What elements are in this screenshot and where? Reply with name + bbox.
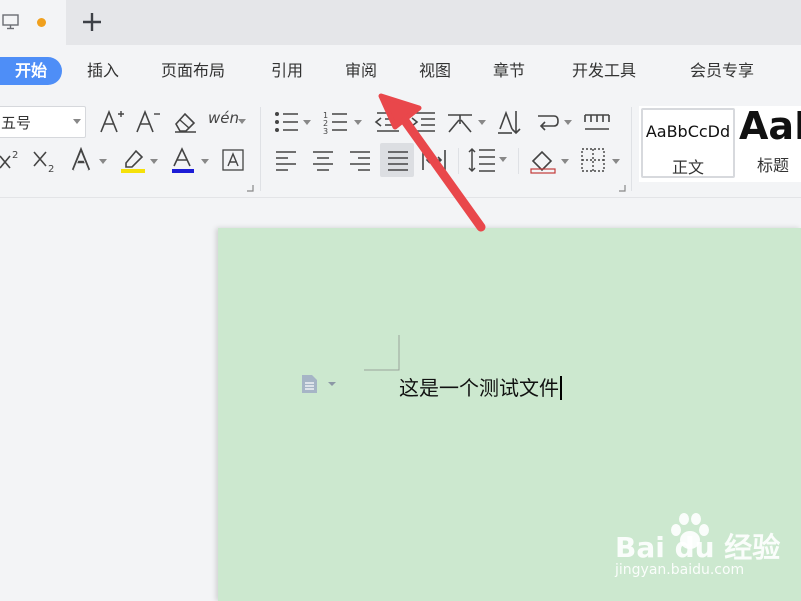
baidu-watermark: Bai du 经验 jingyan.baidu.com — [613, 512, 801, 587]
menu-section[interactable]: 章节 — [493, 57, 525, 85]
group-separator — [260, 107, 261, 191]
tab-strip — [0, 0, 801, 45]
unsaved-indicator — [37, 18, 46, 27]
numbered-list-icon[interactable]: 1 2 3 — [323, 110, 363, 134]
shrink-font-icon[interactable] — [135, 109, 161, 135]
font-size-value: 五号 — [1, 114, 32, 132]
watermark-logo-text: Bai du 经验 — [615, 531, 781, 564]
menu-insert[interactable]: 插入 — [87, 57, 119, 85]
margin-corner-mark — [364, 335, 400, 371]
highlight-icon[interactable] — [120, 147, 160, 175]
group-separator — [458, 148, 459, 174]
font-dialog-launcher-icon[interactable] — [247, 185, 254, 192]
style-heading[interactable]: AaB 标题 — [739, 106, 801, 182]
subscript-icon[interactable]: 2 — [32, 148, 60, 174]
menu-developer-tools[interactable]: 开发工具 — [572, 57, 636, 85]
text-cursor — [560, 376, 562, 400]
style-normal-preview: AaBbCcDd — [645, 122, 731, 141]
style-heading-label: 标题 — [757, 156, 790, 175]
shading-icon[interactable] — [529, 147, 571, 175]
ribbon-menu: 开始 插入 页面布局 引用 审阅 视图 章节 开发工具 会员专享 — [0, 45, 801, 101]
group-separator — [518, 148, 519, 174]
new-tab-button[interactable] — [80, 10, 104, 34]
align-center-icon[interactable] — [311, 149, 335, 171]
pinyin-label: wén — [208, 109, 240, 127]
phonetic-guide-button[interactable]: wén — [208, 109, 246, 135]
watermark-url: jingyan.baidu.com — [615, 562, 745, 578]
group-separator — [631, 107, 632, 191]
decrease-indent-icon[interactable] — [373, 110, 401, 134]
document-text-content: 这是一个测试文件 — [399, 376, 559, 400]
style-heading-preview: AaB — [739, 106, 801, 148]
svg-text:3: 3 — [323, 127, 328, 134]
chevron-down-icon — [238, 119, 246, 124]
menu-home[interactable]: 开始 — [0, 57, 62, 85]
menu-references[interactable]: 引用 — [271, 57, 303, 85]
table-grid-icon[interactable] — [583, 110, 611, 134]
paragraph-handle-icon[interactable] — [300, 374, 338, 394]
clear-format-icon[interactable] — [172, 110, 198, 134]
bullet-list-icon[interactable] — [274, 110, 312, 134]
chevron-down-icon — [73, 119, 81, 124]
distributed-align-icon[interactable] — [421, 148, 447, 172]
menu-page-layout[interactable]: 页面布局 — [161, 57, 225, 85]
menu-review[interactable]: 审阅 — [345, 57, 377, 85]
document-tab[interactable] — [0, 0, 66, 45]
svg-text:2: 2 — [12, 150, 18, 161]
increase-indent-icon[interactable] — [409, 110, 437, 134]
align-left-icon[interactable] — [274, 149, 298, 171]
monitor-icon — [2, 14, 19, 30]
style-normal[interactable]: AaBbCcDd 正文 — [641, 108, 735, 178]
align-justify-icon — [388, 151, 408, 171]
document-text[interactable]: 这是一个测试文件 — [399, 372, 562, 401]
svg-text:2: 2 — [48, 164, 54, 174]
text-effect-icon[interactable] — [71, 147, 109, 173]
style-normal-label: 正文 — [671, 158, 704, 177]
style-gallery: AaBbCcDd 正文 AaB 标题 — [639, 106, 801, 182]
paragraph-dialog-launcher-icon[interactable] — [619, 185, 626, 192]
home-toolbar: 五号 wén 2 2 1 2 3 AaBbCcDd 正文 Aa 标题 — [0, 101, 801, 197]
line-spacing-icon[interactable] — [467, 147, 509, 173]
borders-icon[interactable] — [580, 147, 622, 175]
menu-view[interactable]: 视图 — [419, 57, 451, 85]
show-paragraph-mark-icon[interactable] — [536, 110, 574, 134]
menu-member-exclusive[interactable]: 会员专享 — [690, 57, 754, 85]
superscript-icon[interactable]: 2 — [0, 148, 22, 172]
grow-font-icon[interactable] — [99, 109, 125, 135]
sort-icon[interactable] — [496, 109, 524, 135]
chinese-layout-icon[interactable] — [446, 110, 488, 134]
font-color-icon[interactable] — [171, 147, 211, 175]
character-border-icon[interactable] — [221, 148, 245, 172]
font-size-select[interactable]: 五号 — [0, 106, 86, 138]
align-right-icon[interactable] — [348, 149, 372, 171]
justify-button[interactable] — [380, 143, 414, 177]
